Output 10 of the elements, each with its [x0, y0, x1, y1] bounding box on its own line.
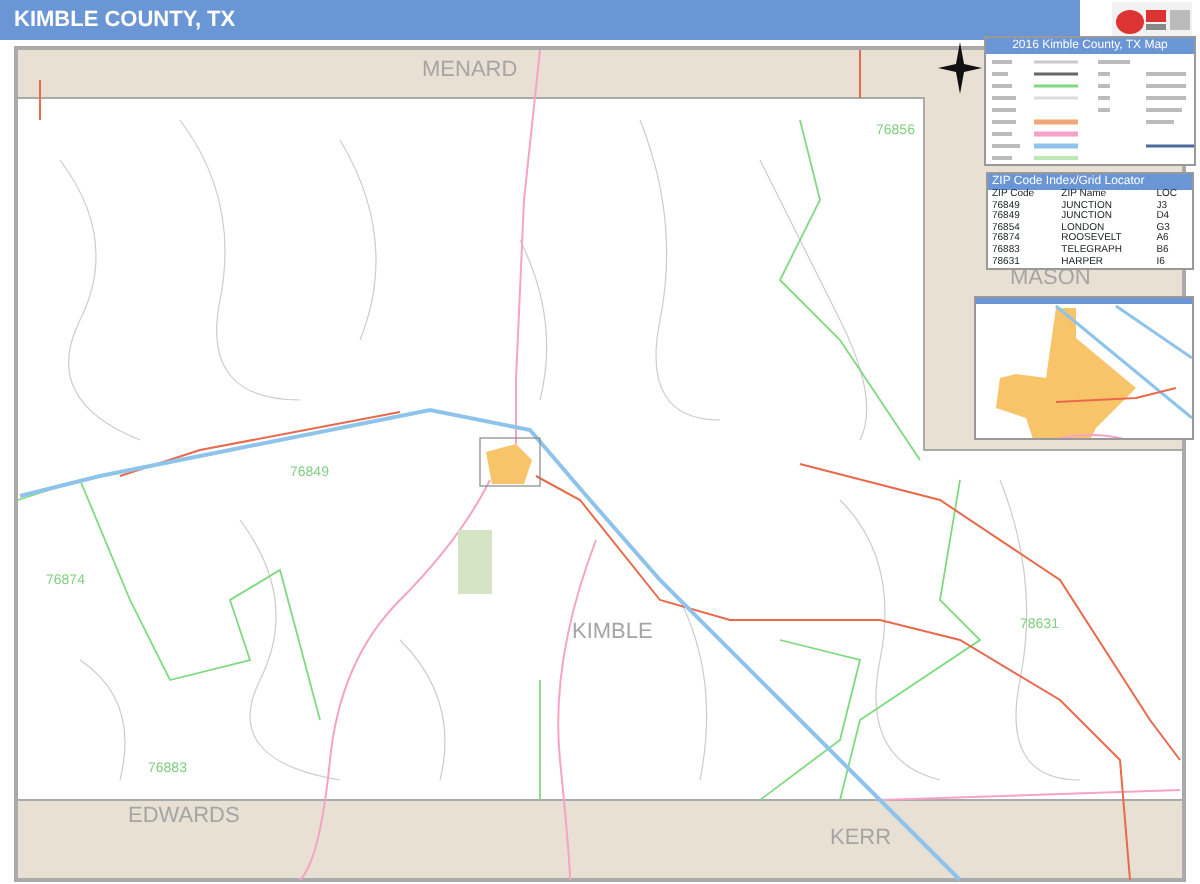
county-name-label: KERR [830, 828, 892, 850]
inset-locator-frame [479, 437, 541, 487]
county-name-label: KIMBLE [572, 622, 653, 644]
logo-icon [1112, 2, 1192, 38]
map-title: KIMBLE COUNTY, TX [0, 0, 1080, 40]
county-name-label: EDWARDS [128, 806, 240, 828]
park-area [458, 530, 492, 594]
county-name-label: MENARD [422, 60, 518, 82]
city-area [486, 444, 532, 484]
compass-rose-icon [938, 42, 982, 94]
